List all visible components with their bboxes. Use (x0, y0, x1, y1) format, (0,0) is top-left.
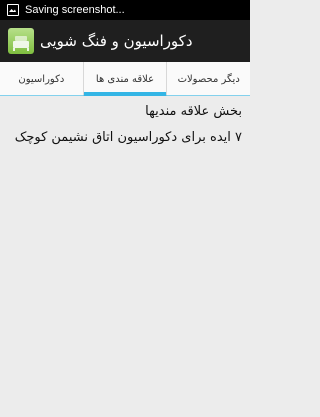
list-item[interactable]: ۷ ایده برای دکوراسیون اتاق نشیمن کوچک (8, 129, 242, 146)
tab-bar: دکوراسیون علاقه مندی ها دیگر محصولات (0, 62, 250, 96)
tab-decoration[interactable]: دکوراسیون (0, 62, 84, 96)
tab-favorites[interactable]: علاقه مندی ها (83, 62, 168, 96)
status-text: Saving screenshot... (25, 4, 125, 16)
favorites-list: بخش علاقه مندیها ۷ ایده برای دکوراسیون ا… (0, 96, 250, 417)
image-icon (7, 4, 19, 16)
app-logo-icon[interactable] (8, 28, 34, 54)
tab-other-products[interactable]: دیگر محصولات (167, 62, 250, 96)
status-bar: Saving screenshot... (0, 0, 250, 20)
action-bar: دکوراسیون و فنگ شویی (0, 20, 250, 62)
app-title: دکوراسیون و فنگ شویی (40, 32, 193, 50)
section-header: بخش علاقه مندیها (145, 104, 242, 119)
